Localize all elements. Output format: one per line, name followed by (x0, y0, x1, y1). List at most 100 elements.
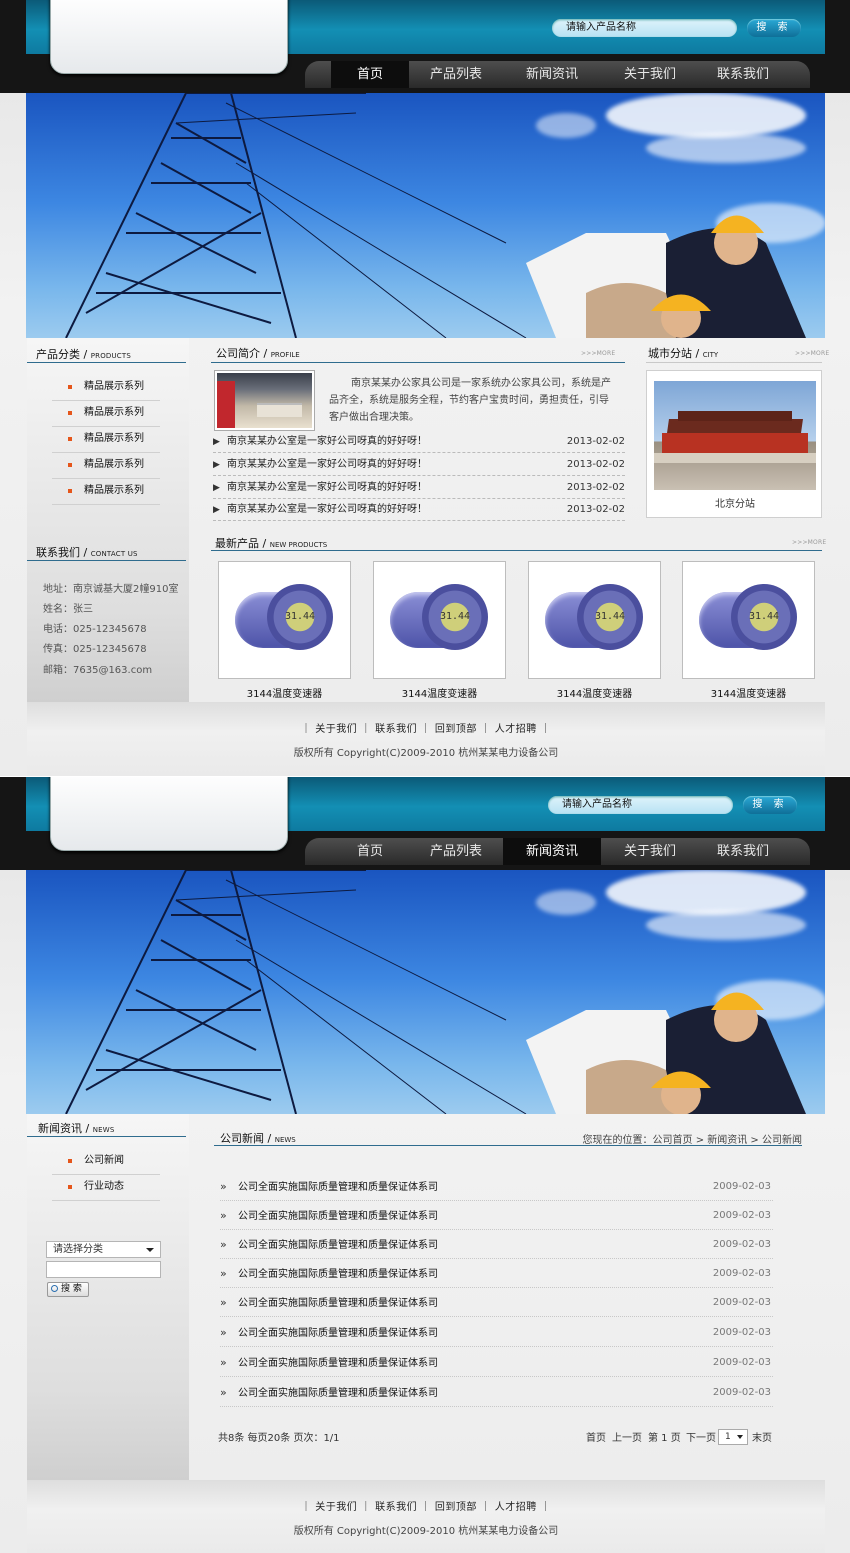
next-page-link[interactable]: 下一页 (686, 1429, 716, 1444)
sidebar-item-category[interactable]: 精品展示系列 (52, 479, 160, 505)
sidebar-item-category[interactable]: 精品展示系列 (52, 453, 160, 479)
news-list-item[interactable]: » 公司全面实施国际质量管理和质量保证体系司 2009-02-03 (220, 1259, 773, 1288)
news-title[interactable]: 南京某某办公室是一家好公司呀真的好好呀！ (227, 504, 427, 515)
header: 请输入产品名称 搜 索 首页 产品列表 新闻资讯 关于我们 联系我们 (0, 0, 850, 93)
search-input[interactable]: 请输入产品名称 (552, 19, 737, 37)
search-button[interactable]: 搜 索 (747, 19, 801, 37)
arrow-right-icon: ▶ (213, 460, 220, 470)
search-button[interactable]: 搜 索 (743, 796, 797, 814)
title-sub: CITY (702, 351, 719, 359)
news-list-item[interactable]: » 公司全面实施国际质量管理和质量保证体系司 2009-02-03 (220, 1318, 773, 1347)
sidebar-search-button[interactable]: 搜 索 (47, 1282, 89, 1297)
news-list-item[interactable]: » 公司全面实施国际质量管理和质量保证体系司 2009-02-03 (220, 1378, 773, 1407)
sidebar-item-company-news[interactable]: 公司新闻 (52, 1149, 160, 1175)
news-title[interactable]: 公司全面实施国际质量管理和质量保证体系司 (238, 1182, 438, 1193)
news-title[interactable]: 公司全面实施国际质量管理和质量保证体系司 (238, 1358, 438, 1369)
nav-about[interactable]: 关于我们 (606, 838, 694, 865)
news-list-item[interactable]: » 公司全面实施国际质量管理和质量保证体系司 2009-02-03 (220, 1172, 773, 1201)
more-link[interactable]: >>>MORE (581, 350, 615, 357)
prev-page-link[interactable]: 上一页 (612, 1429, 642, 1444)
news-title[interactable]: 南京某某办公室是一家好公司呀真的好好呀！ (227, 459, 427, 470)
title-text: 公司新闻 (220, 1132, 264, 1145)
title-sub: CONTACT US (90, 550, 138, 558)
product-name[interactable]: 3144温度变速器 (373, 685, 506, 700)
news-list-item[interactable]: » 公司全面实施国际质量管理和质量保证体系司 2009-02-03 (220, 1201, 773, 1230)
news-list-item[interactable]: » 公司全面实施国际质量管理和质量保证体系司 2009-02-03 (220, 1230, 773, 1259)
more-link[interactable]: >>>MORE (792, 539, 826, 546)
nav-home[interactable]: 首页 (331, 61, 409, 88)
page-select[interactable]: 1 (718, 1429, 748, 1445)
news-title[interactable]: 公司全面实施国际质量管理和质量保证体系司 (238, 1269, 438, 1280)
banner-image (26, 93, 825, 338)
more-link[interactable]: >>>MORE (795, 350, 829, 357)
nav-contact[interactable]: 联系我们 (699, 838, 787, 865)
news-title[interactable]: 公司全面实施国际质量管理和质量保证体系司 (238, 1211, 438, 1222)
product-thumb[interactable] (373, 561, 506, 679)
title-text: 联系我们 (36, 546, 80, 559)
magnifier-icon (51, 1285, 58, 1292)
news-date: 2009-02-03 (712, 1387, 771, 1398)
title-text: 城市分站 (648, 347, 692, 360)
double-chevron-icon: » (220, 1267, 227, 1280)
double-chevron-icon: » (220, 1326, 227, 1339)
nav-contact[interactable]: 联系我们 (699, 61, 787, 88)
arrow-right-icon: ▶ (213, 483, 220, 493)
news-title[interactable]: 公司全面实施国际质量管理和质量保证体系司 (238, 1388, 438, 1399)
news-item[interactable]: ▶ 南京某某办公室是一家好公司呀真的好好呀！ 2013-02-02 (213, 431, 625, 453)
nav-products[interactable]: 产品列表 (414, 838, 498, 865)
news-date: 2013-02-02 (566, 504, 625, 515)
product-name[interactable]: 3144温度变速器 (218, 685, 351, 700)
news-list-item[interactable]: » 公司全面实施国际质量管理和质量保证体系司 2009-02-03 (220, 1288, 773, 1317)
news-date: 2009-02-03 (712, 1327, 771, 1338)
sidebar-title-news: 新闻资讯 / NEWS (38, 1122, 115, 1135)
product-name[interactable]: 3144温度变速器 (682, 685, 815, 700)
title-text: 最新产品 (215, 537, 259, 550)
section-title-profile: 公司简介 / PROFILE (216, 347, 300, 360)
breadcrumb: 您现在的位置：公司首页 > 新闻资讯 > 公司新闻 (582, 1135, 802, 1146)
logo-area[interactable] (50, 777, 288, 851)
company-photo (214, 370, 315, 431)
nav-news[interactable]: 新闻资讯 (503, 61, 601, 88)
news-title[interactable]: 公司全面实施国际质量管理和质量保证体系司 (238, 1240, 438, 1251)
news-item[interactable]: ▶ 南京某某办公室是一家好公司呀真的好好呀！ 2013-02-02 (213, 499, 625, 521)
double-chevron-icon: » (220, 1296, 227, 1309)
sidebar-item-category[interactable]: 精品展示系列 (52, 401, 160, 427)
nav-news[interactable]: 新闻资讯 (503, 838, 601, 865)
news-title[interactable]: 公司全面实施国际质量管理和质量保证体系司 (238, 1328, 438, 1339)
footer-links[interactable]: ｜ 关于我们 ｜ 联系我们 ｜ 回到顶部 ｜ 人才招聘 ｜ (27, 1498, 825, 1513)
city-caption[interactable]: 北京分站 (647, 495, 823, 510)
product-thumb[interactable] (218, 561, 351, 679)
first-page-link[interactable]: 首页 (586, 1429, 606, 1444)
product-name[interactable]: 3144温度变速器 (528, 685, 661, 700)
logo-area[interactable] (50, 0, 288, 74)
category-select[interactable]: 请选择分类 (46, 1241, 161, 1258)
keyword-input[interactable] (46, 1261, 161, 1278)
sidebar-item-category[interactable]: 精品展示系列 (52, 375, 160, 401)
news-list-item[interactable]: » 公司全面实施国际质量管理和质量保证体系司 2009-02-03 (220, 1348, 773, 1377)
divider (27, 362, 186, 363)
last-page-link[interactable]: 末页 (752, 1429, 772, 1444)
news-item[interactable]: ▶ 南京某某办公室是一家好公司呀真的好好呀！ 2013-02-02 (213, 477, 625, 499)
footer-links[interactable]: ｜ 关于我们 ｜ 联系我们 ｜ 回到顶部 ｜ 人才招聘 ｜ (27, 720, 825, 735)
sidebar-item-industry-news[interactable]: 行业动态 (52, 1175, 160, 1201)
footer: ｜ 关于我们 ｜ 联系我们 ｜ 回到顶部 ｜ 人才招聘 ｜ 版权所有 Copyr… (27, 1480, 825, 1553)
search-input[interactable]: 请输入产品名称 (548, 796, 733, 814)
contact-email: 邮箱：7635@163.com (43, 665, 153, 676)
nav-products[interactable]: 产品列表 (414, 61, 498, 88)
news-title[interactable]: 南京某某办公室是一家好公司呀真的好好呀！ (227, 482, 427, 493)
news-title[interactable]: 公司全面实施国际质量管理和质量保证体系司 (238, 1298, 438, 1309)
office-image (217, 373, 312, 428)
nav-home[interactable]: 首页 (331, 838, 409, 865)
city-card[interactable]: 北京分站 (646, 370, 822, 518)
news-title[interactable]: 南京某某办公室是一家好公司呀真的好好呀！ (227, 436, 427, 447)
transmitter-image (233, 574, 337, 666)
nav-about[interactable]: 关于我们 (606, 61, 694, 88)
pagination: 首页 上一页 第 1 页 下一页 1 末页 (0, 1427, 850, 1447)
contact-name: 姓名：张三 (43, 604, 93, 615)
divider (646, 362, 822, 363)
product-thumb[interactable] (528, 561, 661, 679)
news-page: 请输入产品名称 搜 索 首页 产品列表 新闻资讯 关于我们 联系我们 新闻资讯 … (0, 776, 850, 1553)
product-thumb[interactable] (682, 561, 815, 679)
news-item[interactable]: ▶ 南京某某办公室是一家好公司呀真的好好呀！ 2013-02-02 (213, 454, 625, 476)
sidebar-item-category[interactable]: 精品展示系列 (52, 427, 160, 453)
